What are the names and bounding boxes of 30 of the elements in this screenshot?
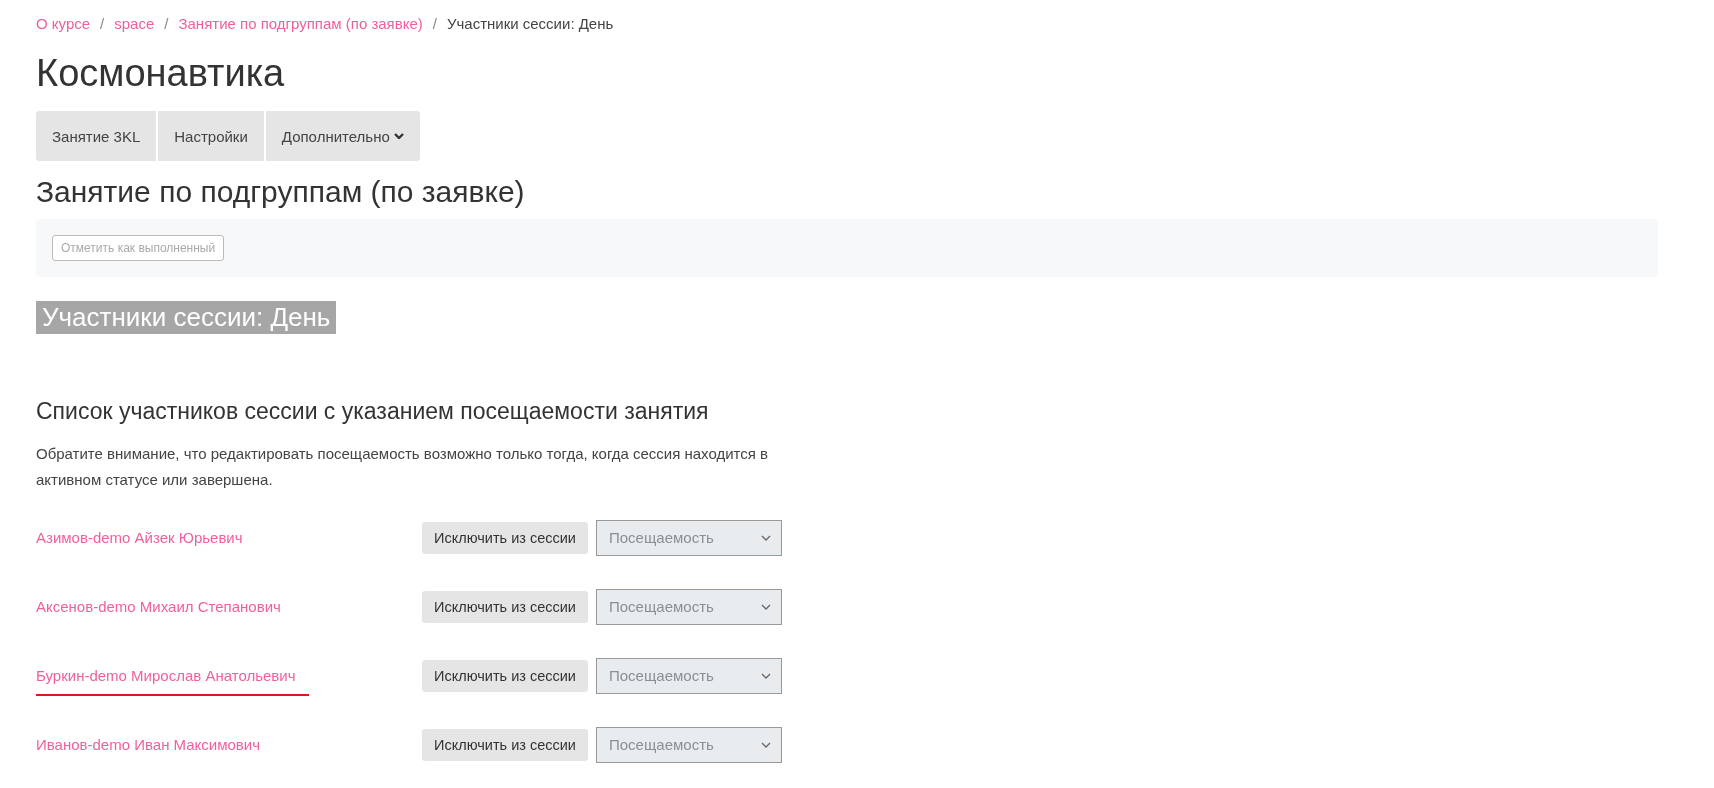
breadcrumb-link[interactable]: Занятие по подгруппам (по заявке) [178, 14, 423, 32]
chevron-down-icon [761, 603, 771, 610]
nav-tab[interactable]: Занятие 3KL [36, 111, 159, 161]
chevron-down-icon [761, 672, 771, 679]
exclude-button[interactable]: Исключить из сессии [422, 590, 588, 623]
breadcrumb-link[interactable]: space [114, 14, 155, 32]
attendance-select[interactable]: Посещаемость [596, 588, 782, 625]
chevron-down-icon [393, 133, 404, 139]
attendance-select[interactable]: Посещаемость [596, 726, 782, 763]
course-title: Космонавтика [36, 52, 286, 95]
participant-link[interactable]: Буркин-demo Мирослав Анатольевич [36, 655, 310, 696]
exclude-button[interactable]: Исключить из сессии [422, 728, 588, 761]
notice-text: Обратите внимание, что редактировать посещаемость возможно только тогда, когда сессия находится в активном статусе или завершена. [36, 444, 769, 490]
breadcrumb-link[interactable]: О курсе [36, 14, 91, 32]
session-title: Участники сессии: День [36, 301, 337, 334]
exclude-button[interactable]: Исключить из сессии [422, 659, 588, 692]
participant-link[interactable]: Иванов-demo Иван Максимович [36, 724, 274, 765]
attendance-select[interactable]: Посещаемость [596, 657, 782, 694]
activity-title: Занятие по подгруппам (по заявке) [36, 175, 526, 209]
breadcrumb-separator: / [100, 14, 105, 32]
breadcrumb-separator: / [164, 14, 169, 32]
chevron-down-icon [761, 534, 771, 541]
participant-link[interactable]: Азимов-demo Айзек Юрьевич [36, 517, 257, 558]
exclude-button[interactable]: Исключить из сессии [422, 521, 588, 554]
attendance-select[interactable]: Посещаемость [596, 519, 782, 556]
breadcrumb-separator: / [432, 14, 437, 32]
participant-link[interactable]: Аксенов-demo Михаил Степанович [36, 586, 295, 627]
list-title: Список участников сессии с указанием посещаемости занятия [36, 398, 710, 425]
breadcrumb-current: Участники сессии: День [446, 14, 614, 32]
chevron-down-icon [761, 741, 771, 748]
